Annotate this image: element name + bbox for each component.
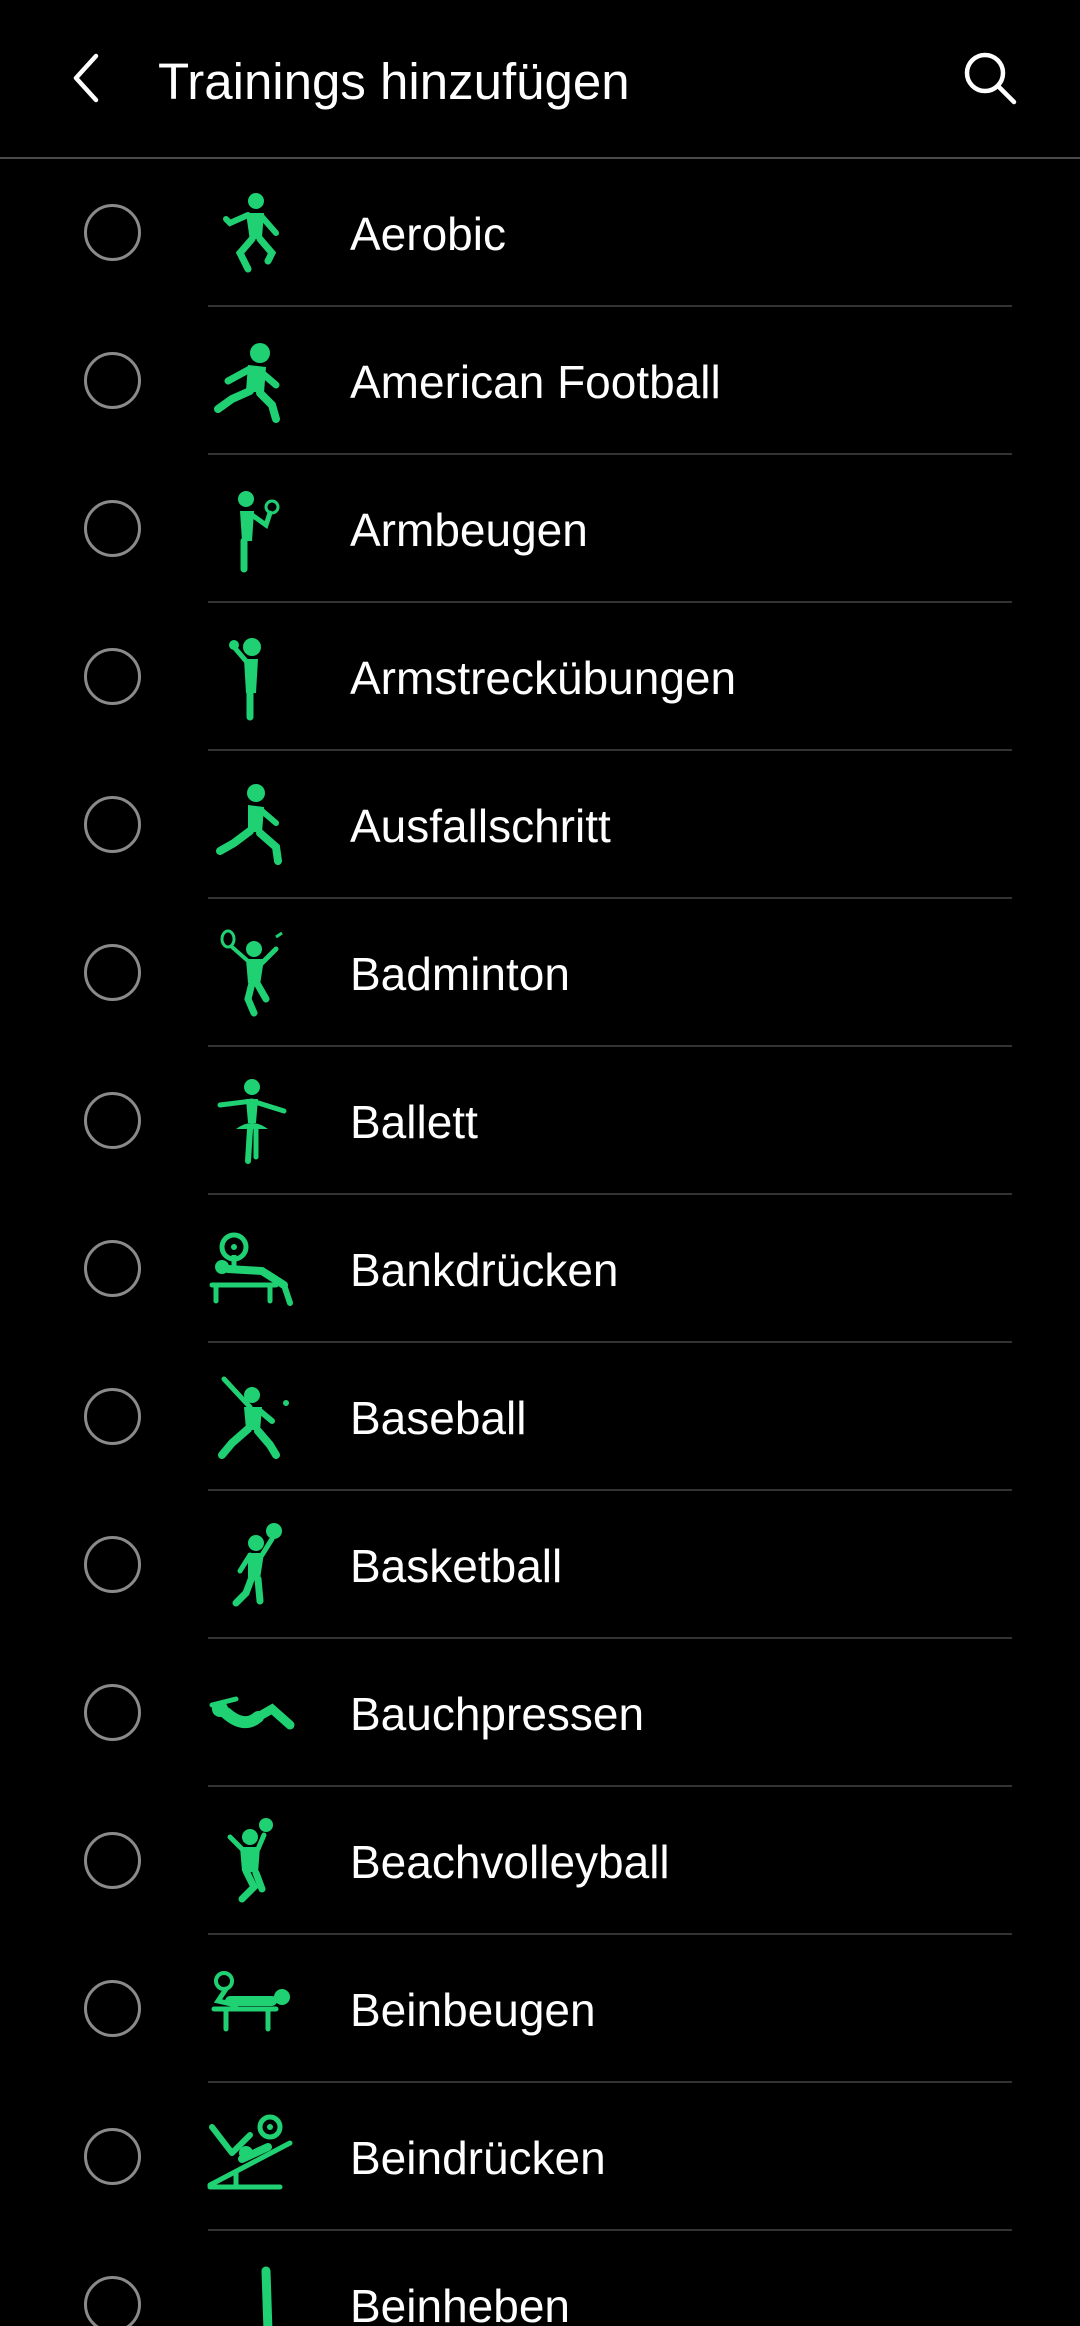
workout-row[interactable]: Beinbeugen	[0, 1935, 1080, 2083]
workout-select-radio[interactable]	[84, 648, 141, 705]
app-bar: Trainings hinzufügen	[0, 0, 1080, 159]
workout-select-radio[interactable]	[84, 796, 141, 853]
aerobic-icon	[206, 189, 296, 279]
leg-raise-icon	[206, 2261, 296, 2326]
workout-label: Armstreckübungen	[350, 652, 737, 704]
bench-press-icon	[206, 1225, 296, 1315]
workout-select-radio[interactable]	[84, 1536, 141, 1593]
workout-row[interactable]: Baseball	[0, 1343, 1080, 1491]
workout-select-radio[interactable]	[84, 944, 141, 1001]
workout-label: Aerobic	[350, 208, 506, 260]
arm-extension-icon	[206, 633, 296, 723]
workout-row[interactable]: Beachvolleyball	[0, 1787, 1080, 1935]
workout-select-radio[interactable]	[84, 500, 141, 557]
workout-select-radio[interactable]	[84, 1684, 141, 1741]
arm-curl-icon	[206, 485, 296, 575]
crunches-icon	[206, 1669, 296, 1759]
workout-label: Baseball	[350, 1392, 527, 1444]
workout-label: Beinheben	[350, 2280, 570, 2326]
leg-press-icon	[206, 2113, 296, 2203]
lunge-icon	[206, 781, 296, 871]
beach-volleyball-icon	[206, 1817, 296, 1907]
workout-select-radio[interactable]	[84, 352, 141, 409]
workout-label: American Football	[350, 356, 721, 408]
workout-row[interactable]: Bauchpressen	[0, 1639, 1080, 1787]
workout-select-radio[interactable]	[84, 1388, 141, 1445]
workout-label: Basketball	[350, 1540, 563, 1592]
workout-select-radio[interactable]	[84, 1980, 141, 2037]
workout-select-radio[interactable]	[84, 1832, 141, 1889]
workout-row[interactable]: Bankdrücken	[0, 1195, 1080, 1343]
workout-list: Aerobic American Football Armbeugen Arms…	[0, 159, 1080, 2326]
workout-select-radio[interactable]	[84, 1092, 141, 1149]
workout-row[interactable]: Aerobic	[0, 159, 1080, 307]
workout-row[interactable]: Beinheben	[0, 2231, 1080, 2326]
workout-label: Armbeugen	[350, 504, 588, 556]
workout-label: Bankdrücken	[350, 1244, 619, 1296]
leg-curl-icon	[206, 1965, 296, 2055]
workout-label: Beindrücken	[350, 2132, 606, 2184]
basketball-icon	[206, 1521, 296, 1611]
workout-row[interactable]: Armstreckübungen	[0, 603, 1080, 751]
workout-row[interactable]: Ballett	[0, 1047, 1080, 1195]
chevron-left-icon	[73, 53, 99, 103]
page-title: Trainings hinzufügen	[158, 53, 630, 110]
workout-select-radio[interactable]	[84, 204, 141, 261]
baseball-icon	[206, 1373, 296, 1463]
ballet-icon	[206, 1077, 296, 1167]
workout-row[interactable]: American Football	[0, 307, 1080, 455]
workout-label: Beachvolleyball	[350, 1836, 670, 1888]
workout-select-radio[interactable]	[84, 1240, 141, 1297]
search-icon	[964, 52, 1017, 105]
badminton-icon	[206, 929, 296, 1019]
workout-row[interactable]: Beindrücken	[0, 2083, 1080, 2231]
add-workouts-screen: Trainings hinzufügen Aerobic American Fo…	[0, 0, 1080, 2326]
workout-label: Bauchpressen	[350, 1688, 645, 1740]
search-button[interactable]	[950, 38, 1030, 118]
back-button[interactable]	[48, 38, 128, 118]
workout-select-radio[interactable]	[84, 2276, 141, 2326]
workout-label: Ausfallschritt	[350, 800, 611, 852]
workout-row[interactable]: Armbeugen	[0, 455, 1080, 603]
workout-select-radio[interactable]	[84, 2128, 141, 2185]
workout-label: Beinbeugen	[350, 1984, 596, 2036]
workout-label: Badminton	[350, 948, 570, 1000]
workout-row[interactable]: Ausfallschritt	[0, 751, 1080, 899]
american-football-icon	[206, 337, 296, 427]
workout-label: Ballett	[350, 1096, 478, 1148]
workout-row[interactable]: Basketball	[0, 1491, 1080, 1639]
workout-row[interactable]: Badminton	[0, 899, 1080, 1047]
